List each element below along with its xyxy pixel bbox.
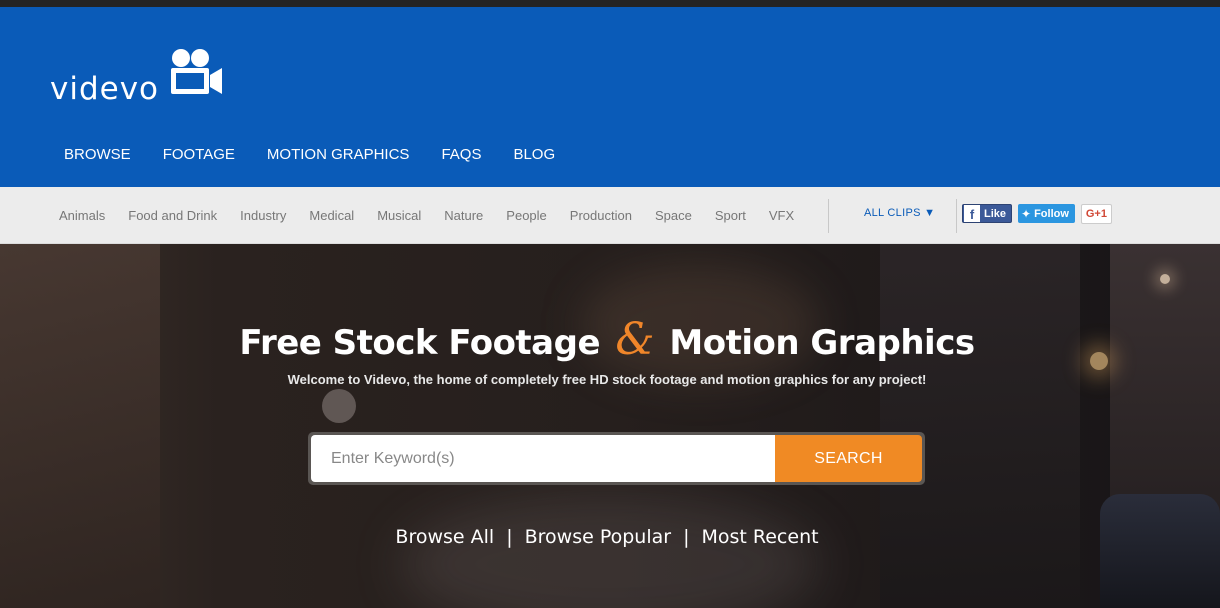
category-sport[interactable]: Sport bbox=[704, 208, 758, 223]
all-clips-dropdown[interactable]: ALL CLIPS ▼ bbox=[864, 207, 935, 219]
background-building bbox=[880, 244, 1080, 608]
hero-title-part2: Motion Graphics bbox=[669, 323, 975, 363]
background-car bbox=[1100, 494, 1220, 608]
category-animals[interactable]: Animals bbox=[48, 208, 117, 223]
site-header: videvo BROWSE FOOTAGE MOTION GRAPHICS FA… bbox=[0, 7, 1220, 187]
category-people[interactable]: People bbox=[495, 208, 558, 223]
nav-browse[interactable]: BROWSE bbox=[48, 145, 147, 165]
browse-links: Browse All | Browse Popular | Most Recen… bbox=[0, 526, 1214, 548]
twitter-bird-icon: ✦ bbox=[1021, 206, 1032, 221]
social-buttons: f Like ✦ Follow G+1 bbox=[962, 204, 1112, 224]
category-vfx[interactable]: VFX bbox=[758, 208, 806, 223]
logo-text: videvo bbox=[50, 71, 160, 107]
top-strip bbox=[0, 0, 1220, 7]
background-building bbox=[0, 244, 160, 608]
follow-label: Follow bbox=[1034, 207, 1069, 220]
background-light bbox=[1160, 274, 1170, 284]
divider bbox=[956, 199, 957, 233]
hero-title-ampersand: & bbox=[615, 314, 655, 365]
category-nature[interactable]: Nature bbox=[433, 208, 495, 223]
hero-section: Free Stock Footage & Motion Graphics Wel… bbox=[0, 244, 1220, 608]
category-list: Animals Food and Drink Industry Medical … bbox=[48, 187, 806, 244]
search-button[interactable]: SEARCH bbox=[775, 435, 922, 482]
browse-all-link[interactable]: Browse All bbox=[395, 526, 494, 548]
background-light bbox=[322, 389, 356, 423]
category-medical[interactable]: Medical bbox=[298, 208, 366, 223]
facebook-like-button[interactable]: f Like bbox=[962, 204, 1013, 223]
search-box: SEARCH bbox=[308, 432, 925, 485]
logo[interactable]: videvo bbox=[50, 49, 223, 109]
like-label: Like bbox=[984, 207, 1007, 220]
browse-popular-link[interactable]: Browse Popular bbox=[525, 526, 671, 548]
nav-blog[interactable]: BLOG bbox=[497, 145, 571, 165]
main-nav: BROWSE FOOTAGE MOTION GRAPHICS FAQS BLOG bbox=[48, 145, 571, 165]
hero-title: Free Stock Footage & Motion Graphics bbox=[0, 314, 1214, 365]
category-production[interactable]: Production bbox=[559, 208, 644, 223]
nav-footage[interactable]: FOOTAGE bbox=[147, 145, 251, 165]
search-input[interactable] bbox=[311, 435, 775, 482]
link-separator: | bbox=[683, 526, 690, 548]
hero-title-part1: Free Stock Footage bbox=[239, 323, 601, 363]
hero-subtitle: Welcome to Videvo, the home of completel… bbox=[287, 372, 927, 387]
background-haze bbox=[400, 494, 820, 608]
category-space[interactable]: Space bbox=[644, 208, 704, 223]
facebook-icon: f bbox=[964, 205, 980, 222]
most-recent-link[interactable]: Most Recent bbox=[701, 526, 818, 548]
twitter-follow-button[interactable]: ✦ Follow bbox=[1018, 204, 1075, 223]
category-food-and-drink[interactable]: Food and Drink bbox=[117, 208, 229, 223]
divider bbox=[828, 199, 829, 233]
link-separator: | bbox=[506, 526, 513, 548]
nav-faqs[interactable]: FAQS bbox=[425, 145, 497, 165]
camera-icon bbox=[169, 48, 223, 101]
category-industry[interactable]: Industry bbox=[229, 208, 298, 223]
category-musical[interactable]: Musical bbox=[366, 208, 433, 223]
google-plus-button[interactable]: G+1 bbox=[1080, 204, 1112, 224]
nav-motion-graphics[interactable]: MOTION GRAPHICS bbox=[251, 145, 426, 165]
